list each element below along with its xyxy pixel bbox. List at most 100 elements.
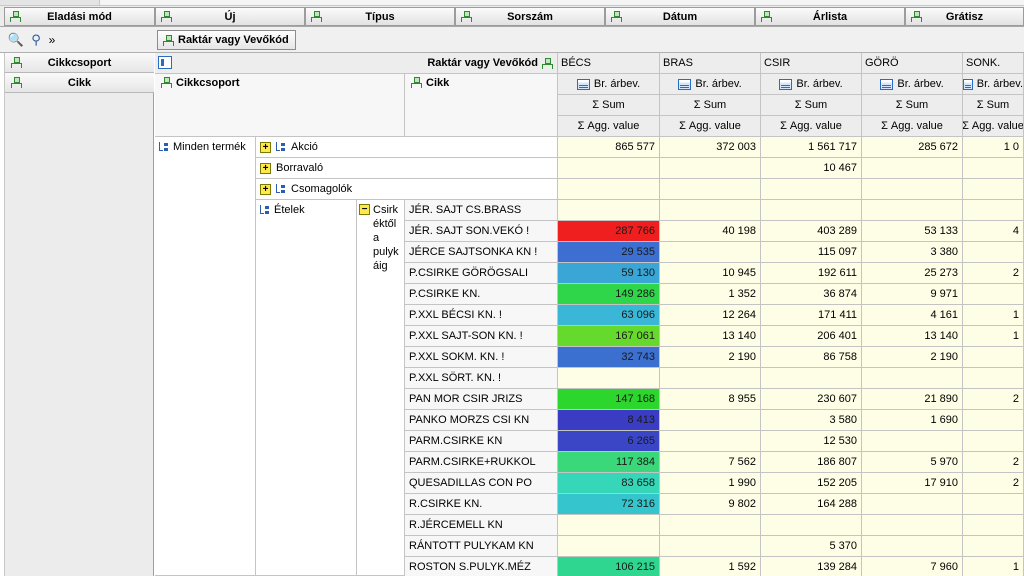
- data-cell[interactable]: 1: [963, 326, 1024, 347]
- filter-field-button[interactable]: Új: [155, 7, 305, 26]
- data-cell[interactable]: [761, 200, 862, 221]
- data-cell[interactable]: [761, 515, 862, 536]
- data-cell[interactable]: 12 530: [761, 431, 862, 452]
- data-cell[interactable]: 171 411: [761, 305, 862, 326]
- item-row-header[interactable]: R.CSIRKE KN.: [405, 494, 558, 515]
- data-cell[interactable]: [862, 536, 963, 557]
- data-cell[interactable]: 12 264: [660, 305, 761, 326]
- data-cell[interactable]: 147 168: [558, 389, 660, 410]
- data-cell[interactable]: [963, 284, 1024, 305]
- data-cell[interactable]: 53 133: [862, 221, 963, 242]
- data-cell[interactable]: 17 910: [862, 473, 963, 494]
- data-cell[interactable]: [963, 200, 1024, 221]
- item-row-header[interactable]: P.XXL SOKM. KN. !: [405, 347, 558, 368]
- data-cell[interactable]: 285 672: [862, 137, 963, 158]
- data-cell[interactable]: 4: [963, 221, 1024, 242]
- data-cell[interactable]: 4 161: [862, 305, 963, 326]
- data-cell[interactable]: [963, 242, 1024, 263]
- data-cell[interactable]: 115 097: [761, 242, 862, 263]
- item-row-header[interactable]: P.CSIRKE KN.: [405, 284, 558, 305]
- data-cell[interactable]: [660, 242, 761, 263]
- data-cell[interactable]: [862, 179, 963, 200]
- filter-field-button[interactable]: Sorszám: [455, 7, 605, 26]
- column-header[interactable]: BÉCS: [558, 53, 660, 74]
- top-scrollbar-thumb[interactable]: [0, 0, 100, 5]
- tree-group[interactable]: + Akció: [256, 137, 558, 158]
- measure-header[interactable]: Br. árbev.: [862, 74, 963, 95]
- data-cell[interactable]: 63 096: [558, 305, 660, 326]
- data-cell[interactable]: 1 990: [660, 473, 761, 494]
- data-cell[interactable]: 7 562: [660, 452, 761, 473]
- expand-icon[interactable]: +: [260, 162, 271, 174]
- data-cell[interactable]: [558, 179, 660, 200]
- data-cell[interactable]: [963, 431, 1024, 452]
- data-cell[interactable]: [660, 179, 761, 200]
- data-cell[interactable]: [963, 536, 1024, 557]
- data-cell[interactable]: 59 130: [558, 263, 660, 284]
- filter-field-button[interactable]: Típus: [305, 7, 455, 26]
- collapse-icon[interactable]: −: [359, 204, 370, 215]
- data-cell[interactable]: [558, 536, 660, 557]
- row-header-group[interactable]: Cikkcsoport: [155, 74, 405, 137]
- data-cell[interactable]: 2 190: [862, 347, 963, 368]
- filter-field-button[interactable]: Árlista: [755, 7, 905, 26]
- column-header[interactable]: CSIR: [761, 53, 862, 74]
- data-cell[interactable]: 149 286: [558, 284, 660, 305]
- data-cell[interactable]: 2: [963, 473, 1024, 494]
- data-cell[interactable]: 1: [963, 557, 1024, 576]
- data-cell[interactable]: 72 316: [558, 494, 660, 515]
- data-cell[interactable]: [558, 158, 660, 179]
- data-cell[interactable]: 83 658: [558, 473, 660, 494]
- data-cell[interactable]: 3 580: [761, 410, 862, 431]
- data-cell[interactable]: [963, 179, 1024, 200]
- data-cell[interactable]: [963, 515, 1024, 536]
- item-row-header[interactable]: P.XXL BÉCSI KN. !: [405, 305, 558, 326]
- data-cell[interactable]: [660, 410, 761, 431]
- data-cell[interactable]: [761, 368, 862, 389]
- data-cell[interactable]: [862, 515, 963, 536]
- data-cell[interactable]: 9 971: [862, 284, 963, 305]
- data-cell[interactable]: [558, 368, 660, 389]
- item-row-header[interactable]: QUESADILLAS CON PO: [405, 473, 558, 494]
- data-cell[interactable]: 6 265: [558, 431, 660, 452]
- measure-header[interactable]: Br. árbev.: [660, 74, 761, 95]
- item-row-header[interactable]: RÁNTOTT PULYKAM KN: [405, 536, 558, 557]
- data-cell[interactable]: [862, 158, 963, 179]
- data-cell[interactable]: 865 577: [558, 137, 660, 158]
- data-cell[interactable]: 5 370: [761, 536, 862, 557]
- data-cell[interactable]: [660, 515, 761, 536]
- data-cell[interactable]: [963, 494, 1024, 515]
- item-row-header[interactable]: R.JÉRCEMELL KN: [405, 515, 558, 536]
- item-row-header[interactable]: JÉRCE SAJTSONKA KN !: [405, 242, 558, 263]
- column-field-button[interactable]: Raktár vagy Vevőkód: [157, 30, 296, 50]
- data-cell[interactable]: [558, 200, 660, 221]
- data-cell[interactable]: 25 273: [862, 263, 963, 284]
- data-cell[interactable]: 230 607: [761, 389, 862, 410]
- data-cell[interactable]: [963, 158, 1024, 179]
- data-cell[interactable]: [963, 410, 1024, 431]
- data-cell[interactable]: 117 384: [558, 452, 660, 473]
- row-header-item[interactable]: Cikk: [405, 74, 558, 137]
- data-cell[interactable]: 139 284: [761, 557, 862, 576]
- item-row-header[interactable]: PARM.CSIRKE KN: [405, 431, 558, 452]
- more-tools-button[interactable]: »: [45, 31, 59, 49]
- measure-header[interactable]: Br. árbev.: [963, 74, 1024, 95]
- data-cell[interactable]: 13 140: [660, 326, 761, 347]
- item-row-header[interactable]: JÉR. SAJT SON.VEKÓ !: [405, 221, 558, 242]
- data-cell[interactable]: 8 955: [660, 389, 761, 410]
- data-cell[interactable]: 5 970: [862, 452, 963, 473]
- data-cell[interactable]: [558, 515, 660, 536]
- data-cell[interactable]: [862, 431, 963, 452]
- tree-group-food[interactable]: Ételek: [256, 200, 357, 576]
- data-cell[interactable]: 1 690: [862, 410, 963, 431]
- data-cell[interactable]: [660, 536, 761, 557]
- data-cell[interactable]: 9 802: [660, 494, 761, 515]
- data-cell[interactable]: [660, 431, 761, 452]
- data-cell[interactable]: 1 561 717: [761, 137, 862, 158]
- item-row-header[interactable]: PARM.CSIRKE+RUKKOL: [405, 452, 558, 473]
- data-cell[interactable]: 21 890: [862, 389, 963, 410]
- tree-subgroup[interactable]: − Csirk éktől a pulyk áig: [357, 200, 405, 576]
- column-header[interactable]: SONK.: [963, 53, 1024, 74]
- data-cell[interactable]: 1 352: [660, 284, 761, 305]
- data-cell[interactable]: 106 215: [558, 557, 660, 576]
